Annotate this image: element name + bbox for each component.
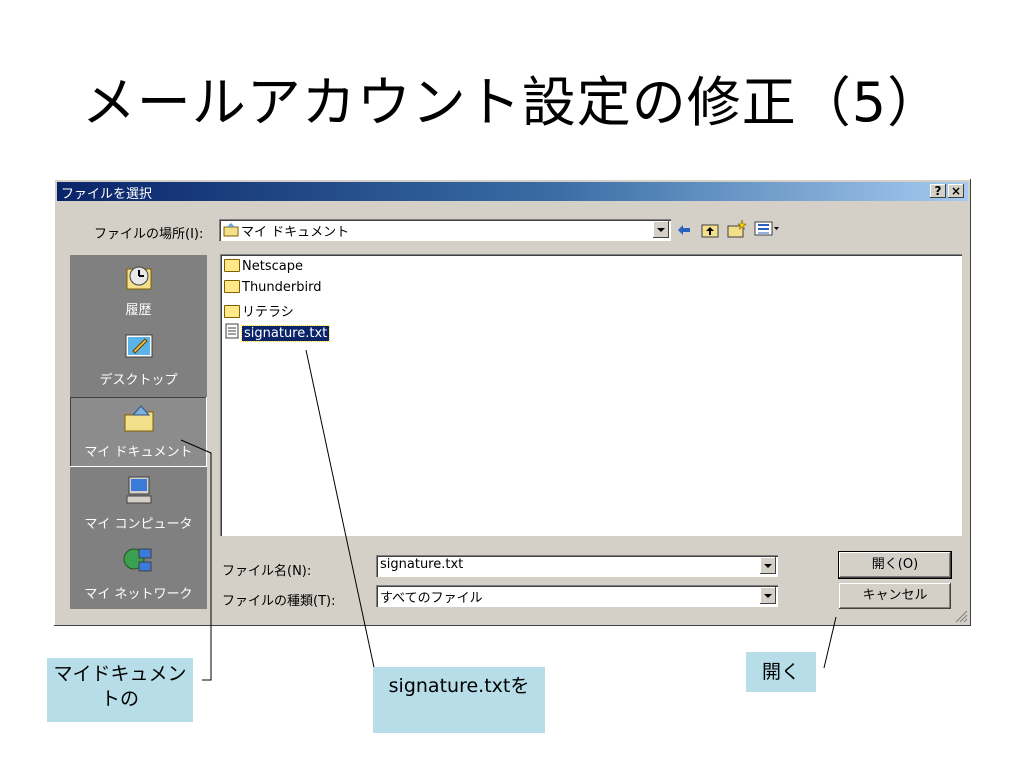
callout-signature: signature.txtを	[373, 667, 545, 733]
callout-text: マイドキュメントの	[53, 663, 187, 710]
callout-open: 開く	[746, 652, 816, 692]
callout-leader-lines	[180, 349, 837, 681]
callout-text: 開く	[761, 661, 800, 683]
callout-my-documents: マイドキュメントの	[47, 658, 193, 722]
callout-text: signature.txtを	[388, 675, 530, 697]
